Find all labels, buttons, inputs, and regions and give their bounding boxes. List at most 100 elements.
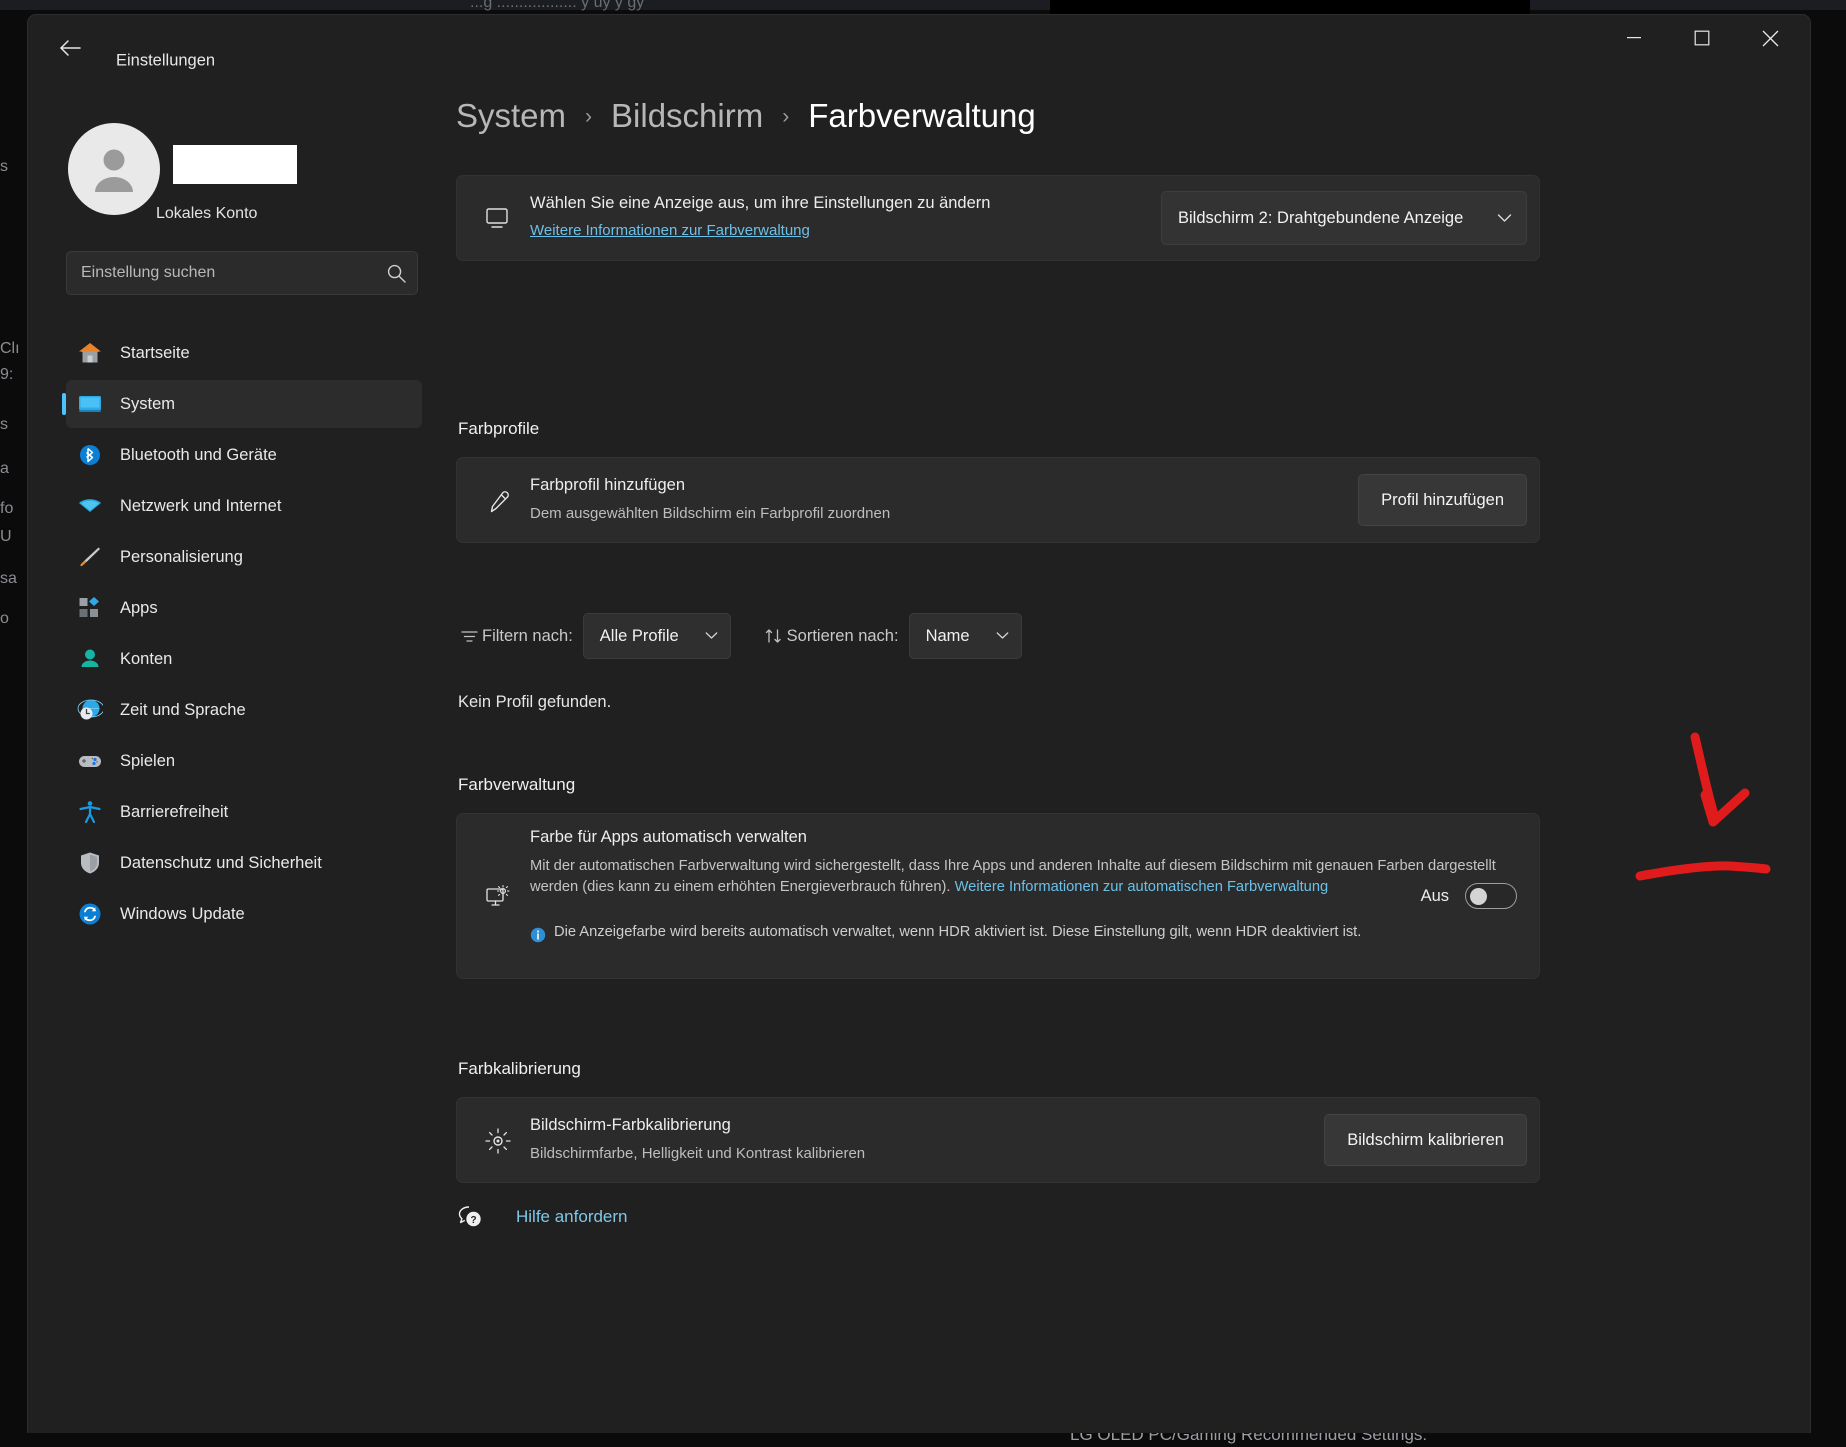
help-question-icon: ? bbox=[456, 1204, 486, 1230]
color-management-toggle-area: Aus bbox=[1421, 883, 1517, 909]
monitor-icon bbox=[481, 203, 513, 235]
sort-label: Sortieren nach: bbox=[786, 626, 899, 645]
monitor-icon bbox=[66, 391, 114, 417]
gamepad-icon bbox=[66, 748, 114, 774]
color-management-description: Mit der automatischen Farbverwaltung wir… bbox=[530, 856, 1530, 898]
sidebar-item-label: Spielen bbox=[120, 751, 176, 770]
calibrate-display-button[interactable]: Bildschirm kalibrieren bbox=[1324, 1114, 1527, 1166]
close-button[interactable] bbox=[1738, 15, 1802, 61]
update-icon bbox=[66, 901, 114, 927]
breadcrumb-item-bildschirm[interactable]: Bildschirm bbox=[611, 97, 763, 135]
add-color-profile-title: Farbprofil hinzufügen bbox=[530, 476, 686, 494]
sidebar-item-label: Apps bbox=[120, 598, 158, 617]
display-card-title: Wählen Sie eine Anzeige aus, um ihre Ein… bbox=[530, 194, 991, 212]
sidebar-item-spielen[interactable]: Spielen bbox=[66, 737, 422, 785]
account-type-label: Lokales Konto bbox=[156, 205, 258, 222]
bg-left-text-0: s bbox=[0, 158, 8, 175]
sidebar-item-label: Bluetooth und Geräte bbox=[120, 445, 277, 464]
bg-left-text-6: U bbox=[0, 528, 12, 545]
settings-window: Einstellungen Lokales Konto Einstellung … bbox=[27, 14, 1811, 1433]
person-avatar-icon bbox=[68, 123, 160, 215]
bg-left-text-2: 9: bbox=[0, 366, 14, 383]
color-calibration-card: Bildschirm-Farbkalibrierung Bildschirmfa… bbox=[456, 1097, 1540, 1183]
chevron-right-icon: › bbox=[585, 105, 593, 128]
bg-left-text-5: fo bbox=[0, 500, 14, 517]
display-select[interactable]: Bildschirm 2: Drahtgebundene Anzeige bbox=[1161, 191, 1527, 245]
sidebar-item-network[interactable]: Netzwerk und Internet bbox=[66, 482, 422, 530]
sort-select-value: Name bbox=[925, 626, 970, 645]
sidebar-item-bluetooth[interactable]: Bluetooth und Geräte bbox=[66, 431, 422, 479]
account-row[interactable] bbox=[42, 111, 422, 215]
search-input[interactable] bbox=[81, 264, 375, 282]
info-icon bbox=[530, 922, 554, 943]
sidebar-item-label: Windows Update bbox=[120, 904, 245, 923]
shield-icon bbox=[66, 850, 114, 876]
get-help-row[interactable]: ? Hilfe anfordern bbox=[456, 1204, 628, 1230]
background-left-column: s Clı 9: s a fo U sa o bbox=[0, 150, 28, 710]
add-profile-button[interactable]: Profil hinzufügen bbox=[1358, 474, 1527, 526]
sidebar-item-label: Startseite bbox=[120, 343, 190, 362]
bluetooth-icon bbox=[66, 442, 114, 468]
color-management-title: Farbe für Apps automatisch verwalten bbox=[530, 828, 807, 846]
display-card-link[interactable]: Weitere Informationen zur Farbverwaltung bbox=[530, 222, 810, 239]
sidebar-item-label: System bbox=[120, 394, 176, 413]
color-management-description-link[interactable]: Weitere Informationen zur automatischen … bbox=[955, 879, 1329, 895]
maximize-button[interactable] bbox=[1670, 15, 1734, 61]
section-heading-farbverwaltung: Farbverwaltung bbox=[458, 775, 576, 794]
breadcrumb: System › Bildschirm › Farbverwaltung bbox=[456, 97, 1036, 135]
sidebar-item-label: Datenschutz und Sicherheit bbox=[120, 853, 322, 872]
wifi-icon bbox=[66, 493, 114, 519]
sidebar-item-datenschutz[interactable]: Datenschutz und Sicherheit bbox=[66, 839, 422, 887]
svg-text:?: ? bbox=[470, 1215, 476, 1226]
titlebar: Einstellungen bbox=[28, 15, 1810, 79]
sidebar-item-personalisierung[interactable]: Personalisierung bbox=[66, 533, 422, 581]
add-color-profile-subtitle: Dem ausgewählten Bildschirm ein Farbprof… bbox=[530, 505, 891, 522]
color-management-note-text: Die Anzeigefarbe wird bereits automatisc… bbox=[554, 924, 1362, 940]
breadcrumb-item-system[interactable]: System bbox=[456, 97, 566, 135]
sidebar-item-label: Konten bbox=[120, 649, 173, 668]
sidebar-item-windows-update[interactable]: Windows Update bbox=[66, 890, 422, 938]
back-button[interactable] bbox=[46, 32, 94, 64]
bg-left-text-4: a bbox=[0, 460, 9, 477]
sidebar-item-zeit-sprache[interactable]: Zeit und Sprache bbox=[66, 686, 422, 734]
content-pane: System › Bildschirm › Farbverwaltung Wäh… bbox=[456, 79, 1810, 1433]
sidebar-item-label: Personalisierung bbox=[120, 547, 243, 566]
background-ghost-title: ...g .................. y uy y gy bbox=[470, 0, 645, 11]
minimize-button[interactable] bbox=[1602, 15, 1666, 61]
display-select-value: Bildschirm 2: Drahtgebundene Anzeige bbox=[1178, 208, 1464, 227]
profile-filter-row: Filtern nach: Alle Profile Sortieren nac… bbox=[456, 613, 1052, 659]
filter-select[interactable]: Alle Profile bbox=[582, 613, 731, 659]
clock-globe-icon bbox=[66, 697, 114, 723]
color-management-card: Farbe für Apps automatisch verwalten Mit… bbox=[456, 813, 1540, 979]
filter-label: Filtern nach: bbox=[482, 626, 573, 645]
sidebar-item-apps[interactable]: Apps bbox=[66, 584, 422, 632]
accessibility-icon bbox=[66, 799, 114, 825]
sidebar-item-label: Barrierefreiheit bbox=[120, 802, 229, 821]
sort-select[interactable]: Name bbox=[908, 613, 1022, 659]
display-color-icon bbox=[481, 880, 515, 914]
navigation-list: Startseite System Bluetooth und Geräte N… bbox=[62, 329, 422, 941]
get-help-label[interactable]: Hilfe anfordern bbox=[516, 1207, 628, 1227]
window-title: Einstellungen bbox=[116, 51, 216, 70]
chevron-down-icon bbox=[996, 627, 1009, 645]
eyedropper-icon bbox=[481, 485, 515, 519]
search-icon[interactable] bbox=[375, 252, 417, 294]
filter-select-value: Alle Profile bbox=[599, 626, 679, 645]
sidebar-item-konten[interactable]: Konten bbox=[66, 635, 422, 683]
brightness-icon bbox=[481, 1124, 515, 1158]
sidebar-item-system[interactable]: System bbox=[62, 380, 422, 428]
chevron-down-icon bbox=[1497, 213, 1512, 223]
color-management-toggle[interactable] bbox=[1465, 883, 1517, 909]
add-color-profile-card: Farbprofil hinzufügen Dem ausgewählten B… bbox=[456, 457, 1540, 543]
sidebar-item-label: Zeit und Sprache bbox=[120, 700, 246, 719]
color-management-toggle-state: Aus bbox=[1420, 886, 1449, 905]
bg-left-text-7: sa bbox=[0, 570, 17, 587]
color-calibration-title: Bildschirm-Farbkalibrierung bbox=[530, 1116, 731, 1134]
sort-icon bbox=[761, 628, 787, 644]
search-box[interactable] bbox=[66, 251, 418, 295]
sidebar-item-barrierefreiheit[interactable]: Barrierefreiheit bbox=[66, 788, 422, 836]
chevron-down-icon bbox=[705, 627, 718, 645]
bg-left-text-8: o bbox=[0, 610, 9, 627]
sidebar-item-startseite[interactable]: Startseite bbox=[66, 329, 422, 377]
page-title: Farbverwaltung bbox=[808, 97, 1036, 134]
